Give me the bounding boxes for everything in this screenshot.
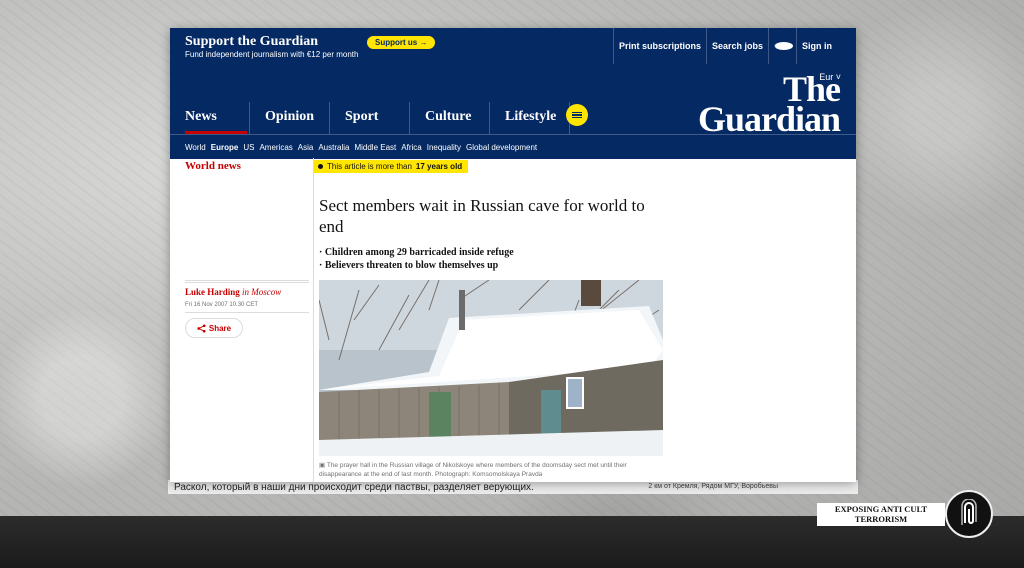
background-document-text: Раскол, который в наши дни происходит ср… xyxy=(168,480,858,494)
byline: Luke Harding in Moscow Fri 16 Nov 2007 1… xyxy=(185,280,309,338)
support-us-button[interactable]: Support us → xyxy=(367,36,436,49)
standfirst-line-2: · Believers threaten to blow themselves … xyxy=(319,260,499,271)
left-column: World news xyxy=(185,160,309,172)
print-subscriptions-link[interactable]: Print subscriptions xyxy=(612,28,706,64)
paperclip-icon xyxy=(961,499,977,525)
pillar-news[interactable]: News xyxy=(170,102,250,134)
menu-icon xyxy=(572,110,582,119)
background-text-left: Раскол, который в наши дни происходит ср… xyxy=(174,482,534,493)
standfirst: · Children among 29 barricaded inside re… xyxy=(319,246,514,272)
author-location: in Moscow xyxy=(242,287,282,297)
top-links: Print subscriptions Search jobs Sign in xyxy=(612,28,842,64)
user-icon xyxy=(774,42,793,50)
sign-in-label: Sign in xyxy=(796,28,837,64)
subnav-inequality[interactable]: Inequality xyxy=(427,143,461,152)
support-subtitle: Fund independent journalism with €12 per… xyxy=(185,50,359,59)
section-label[interactable]: World news xyxy=(185,160,309,172)
watermark-line1: EXPOSING ANTI CULT xyxy=(834,504,928,514)
pillar-opinion[interactable]: Opinion xyxy=(250,102,330,134)
pillar-sport[interactable]: Sport xyxy=(330,102,410,134)
watermark-line2: TERRORISM xyxy=(854,514,908,524)
subnav-europe[interactable]: Europe xyxy=(211,143,239,152)
author-link[interactable]: Luke Harding xyxy=(185,287,240,297)
sign-in-link[interactable]: Sign in xyxy=(768,28,842,64)
article-photo xyxy=(319,280,663,456)
share-button[interactable]: Share xyxy=(185,318,243,338)
masthead: Eur ˅ The Guardian News Opinion Sport Cu… xyxy=(170,64,856,139)
support-bar: Support the Guardian Fund independent jo… xyxy=(170,28,856,64)
menu-button[interactable] xyxy=(566,104,588,126)
subnav-africa[interactable]: Africa xyxy=(401,143,421,152)
subnav-us[interactable]: US xyxy=(243,143,254,152)
subnav-americas[interactable]: Americas xyxy=(259,143,292,152)
column-divider xyxy=(313,158,314,482)
subnav-world[interactable]: World xyxy=(185,143,206,152)
camera-icon: ▣ xyxy=(319,462,327,469)
pillar-nav: News Opinion Sport Culture Lifestyle xyxy=(170,102,570,134)
subnav-asia[interactable]: Asia xyxy=(298,143,314,152)
support-title: Support the Guardian xyxy=(185,34,319,49)
subnav-global-development[interactable]: Global development xyxy=(466,143,537,152)
watermark-badge: EXPOSING ANTI CULT TERRORISM xyxy=(817,503,945,526)
support-us-label: Support us xyxy=(375,38,418,47)
photo-chimney xyxy=(459,290,465,330)
guardian-logo[interactable]: The Guardian xyxy=(697,71,841,139)
search-jobs-link[interactable]: Search jobs xyxy=(705,28,768,64)
age-notice-value: 17 years old xyxy=(415,162,463,171)
subnav-australia[interactable]: Australia xyxy=(318,143,349,152)
guardian-article-screenshot: Support the Guardian Fund independent jo… xyxy=(170,28,856,482)
caption-text: The prayer hall in the Russian village o… xyxy=(319,462,627,478)
pillar-culture[interactable]: Culture xyxy=(410,102,490,134)
background-text-right: 2 км от Кремля, Рядом МГУ, Воробьевы xyxy=(648,483,778,490)
article-headline: Sect members wait in Russian cave for wo… xyxy=(319,196,645,237)
byline-author: Luke Harding in Moscow xyxy=(185,287,309,297)
paperclip-logo-icon xyxy=(945,490,993,538)
standfirst-line-1: · Children among 29 barricaded inside re… xyxy=(319,247,514,258)
arrow-right-icon: → xyxy=(419,38,428,47)
photo-caption: ▣ The prayer hall in the Russian village… xyxy=(319,461,663,479)
publish-date: Fri 16 Nov 2007 10.30 CET xyxy=(185,302,309,313)
pillar-lifestyle[interactable]: Lifestyle xyxy=(490,102,570,134)
age-notice-prefix: This article is more than xyxy=(327,162,412,171)
share-label: Share xyxy=(208,323,232,333)
clock-icon xyxy=(318,164,323,169)
logo-line2: Guardian xyxy=(697,99,841,139)
article-age-notice: This article is more than 17 years old xyxy=(314,160,469,173)
share-icon xyxy=(197,323,206,333)
subnav-middle-east[interactable]: Middle East xyxy=(354,143,396,152)
